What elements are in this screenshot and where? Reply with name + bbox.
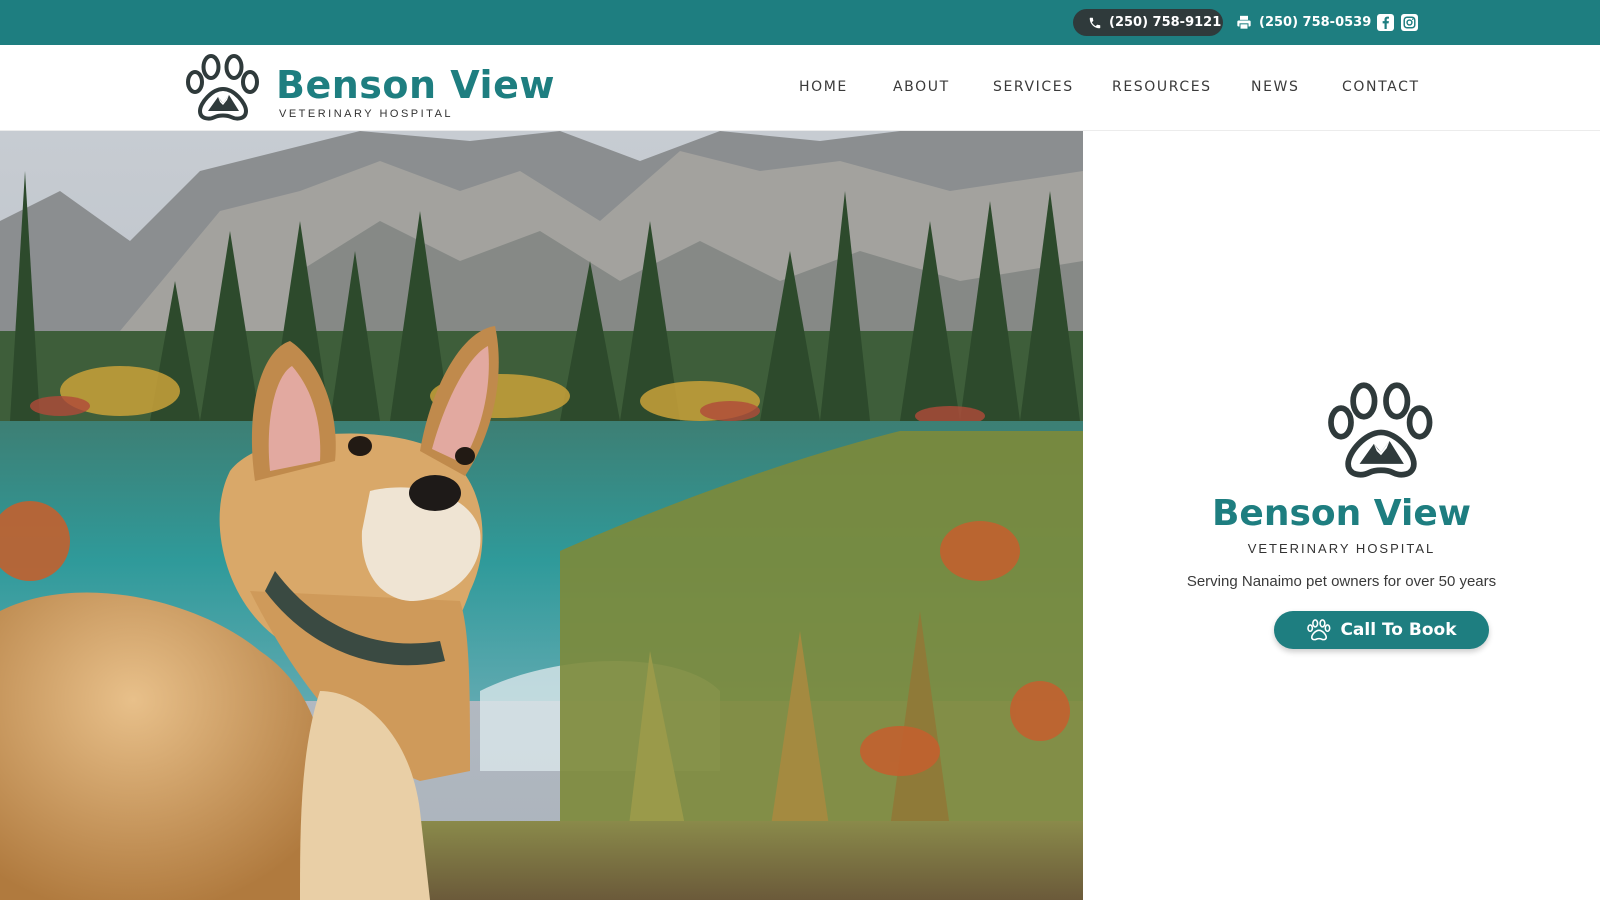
- site-logo[interactable]: Benson View VETERINARY HOSPITAL: [182, 53, 555, 125]
- fax-link[interactable]: (250) 758-0539: [1236, 9, 1371, 36]
- hero-subtitle: VETERINARY HOSPITAL: [1247, 541, 1436, 556]
- nav-services[interactable]: SERVICES: [993, 79, 1074, 95]
- logo-subtitle: VETERINARY HOSPITAL: [279, 108, 454, 120]
- phone-number: (250) 758-9121: [1109, 15, 1222, 30]
- hero-photo: [0, 131, 1083, 900]
- fax-number: (250) 758-0539: [1259, 15, 1372, 30]
- paw-icon: [1307, 619, 1331, 641]
- nav-home[interactable]: HOME: [799, 79, 848, 95]
- call-to-book-button[interactable]: Call To Book: [1274, 611, 1489, 649]
- paw-mountain-logo-icon: [186, 54, 259, 121]
- facebook-icon[interactable]: [1377, 14, 1394, 31]
- nav-about[interactable]: ABOUT: [893, 79, 950, 95]
- logo-title: Benson View: [276, 63, 555, 107]
- cta-label: Call To Book: [1340, 620, 1457, 640]
- fax-icon: [1237, 15, 1251, 30]
- phone-link[interactable]: (250) 758-9121: [1073, 9, 1223, 36]
- hero-panel: Benson View VETERINARY HOSPITAL Serving …: [1083, 131, 1600, 900]
- hero-tagline: Serving Nanaimo pet owners for over 50 y…: [1186, 573, 1497, 590]
- paw-mountain-logo-icon: [1328, 382, 1433, 478]
- hero-title: Benson View: [1211, 493, 1472, 534]
- phone-icon: [1089, 17, 1101, 28]
- nav-contact[interactable]: CONTACT: [1342, 79, 1420, 95]
- nav-resources[interactable]: RESOURCES: [1112, 79, 1212, 95]
- dog-by-mountain-lake-photo: [0, 131, 1083, 900]
- top-bar: (250) 758-9121 (250) 758-0539: [0, 0, 1600, 45]
- instagram-icon[interactable]: [1401, 14, 1418, 31]
- nav-news[interactable]: NEWS: [1251, 79, 1299, 95]
- site-header: Benson View VETERINARY HOSPITAL HOME ABO…: [0, 45, 1600, 131]
